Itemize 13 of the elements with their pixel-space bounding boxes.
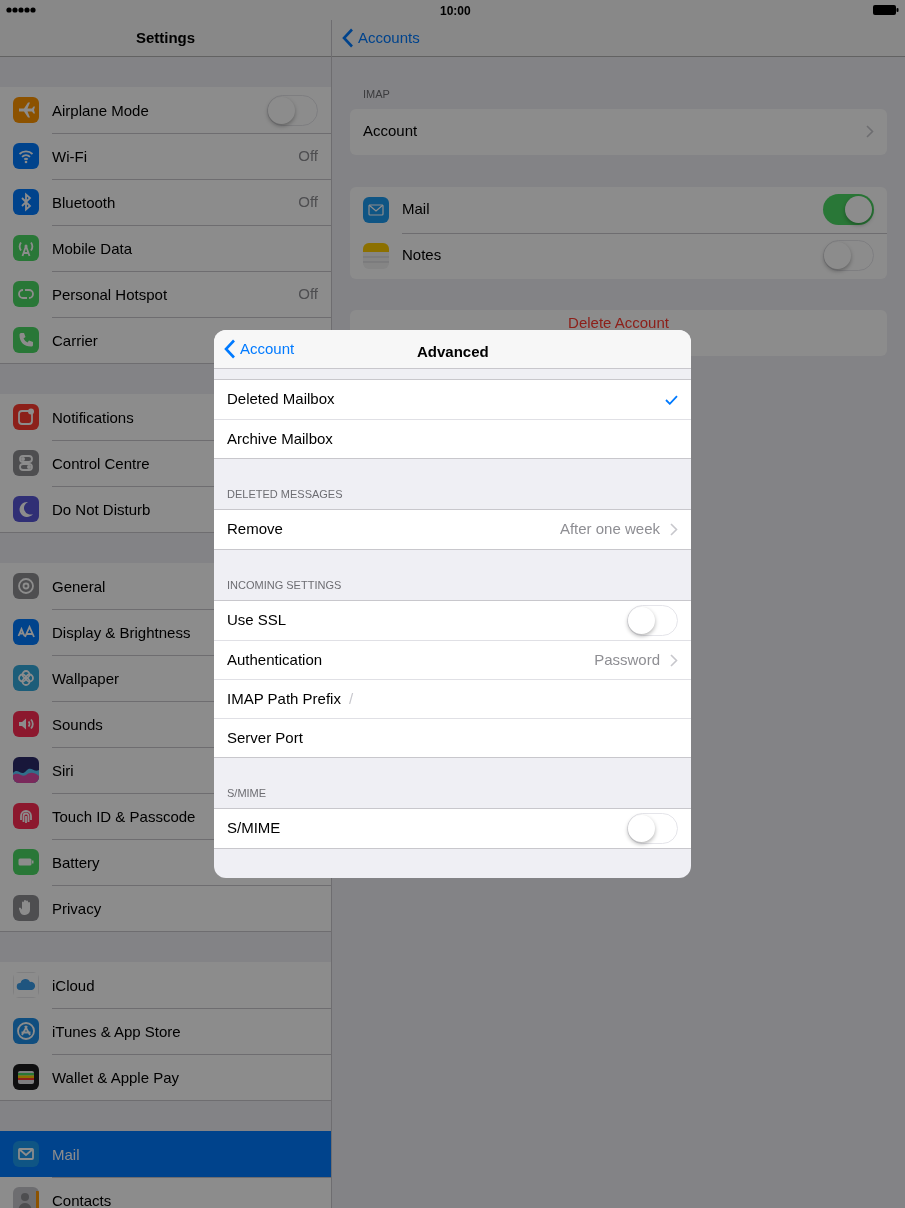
- status-time: 10:00: [440, 3, 471, 20]
- item-value: Off: [298, 283, 318, 304]
- item-value: Off: [298, 191, 318, 212]
- row-label: S/MIME: [227, 818, 281, 839]
- modal-title: Advanced: [417, 342, 489, 362]
- sidebar-title: Settings: [135, 27, 196, 48]
- section-header: IMAP: [362, 87, 391, 102]
- row-label: Use SSL: [227, 610, 287, 631]
- row-label: Account: [363, 121, 418, 142]
- row-label: Server Port: [227, 727, 303, 748]
- app-label: Mail: [402, 199, 430, 220]
- item-value: Off: [298, 145, 318, 166]
- app-label: Notes: [402, 245, 442, 266]
